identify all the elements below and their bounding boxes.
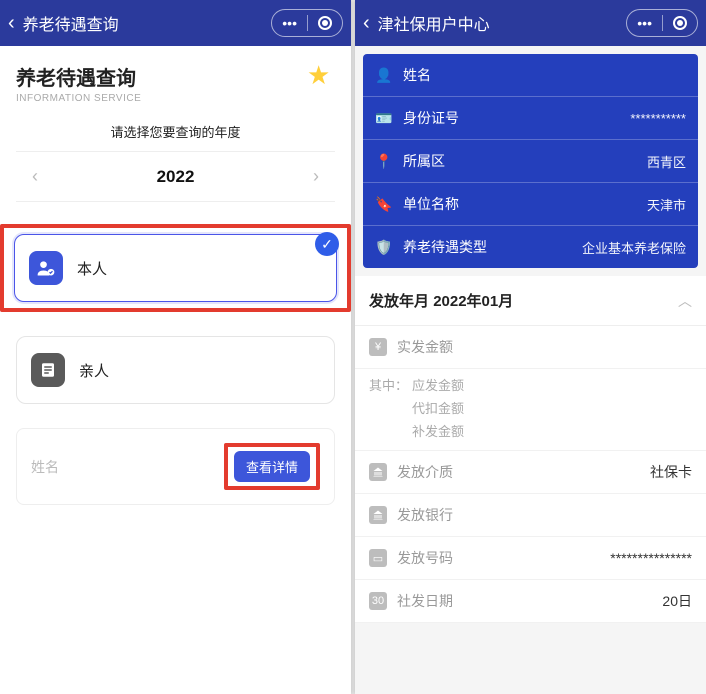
option-self-label: 本人 — [77, 258, 107, 279]
number-value: *************** — [610, 550, 692, 566]
payment-details: ¥ 实发金额 其中： 应发金额 代扣金额 补发金额 发放介质 社保卡 发放银行 ▭… — [355, 326, 706, 623]
info-row-id: 🪪 身份证号 *********** — [363, 97, 698, 140]
back-icon[interactable]: ‹ — [8, 12, 15, 35]
location-icon: 📍 — [375, 152, 393, 170]
year-picker: ‹ 2022 › — [16, 151, 335, 202]
person-check-icon — [29, 251, 63, 285]
document-icon — [31, 353, 65, 387]
miniapp-capsule[interactable]: ••• — [271, 9, 343, 37]
favorite-star-icon[interactable]: ★ — [307, 62, 335, 90]
screen-pension-query: ‹ 养老待遇查询 ••• 养老待遇查询 INFORMATION SERVICE … — [0, 0, 351, 694]
supplement-label: 补发金额 — [412, 421, 464, 440]
org-value: 天津市 — [647, 195, 686, 214]
more-icon[interactable]: ••• — [637, 15, 652, 31]
option-family-wrap: 亲人 — [0, 336, 351, 404]
option-family-card[interactable]: 亲人 — [16, 336, 335, 404]
miniapp-capsule[interactable]: ••• — [626, 9, 698, 37]
view-detail-button[interactable]: 查看详情 — [234, 451, 310, 482]
row-bank: 发放银行 — [355, 494, 706, 537]
breakdown-label: 其中： — [369, 375, 408, 444]
issue-period-header[interactable]: 发放年月 2022年01月 ︿ — [355, 276, 706, 326]
district-label: 所属区 — [403, 151, 445, 171]
issue-period-value: 2022年01月 — [433, 293, 513, 310]
close-miniapp-icon[interactable] — [318, 16, 332, 30]
page-subtitle: INFORMATION SERVICE — [16, 93, 141, 104]
year-prompt: 请选择您要查询的年度 — [0, 122, 351, 141]
option-family-label: 亲人 — [79, 360, 109, 381]
user-info-panel: 👤 姓名 🪪 身份证号 *********** 📍 所属区 西青区 🔖 单位名称 天津市… — [363, 54, 698, 268]
info-row-name: 👤 姓名 — [363, 54, 698, 97]
more-icon[interactable]: ••• — [282, 15, 297, 31]
district-value: 西青区 — [647, 152, 686, 171]
money-icon: ¥ — [369, 338, 387, 356]
chevron-up-icon: ︿ — [678, 291, 692, 311]
close-miniapp-icon[interactable] — [673, 16, 687, 30]
app-header: ‹ 养老待遇查询 ••• — [0, 0, 351, 46]
divider — [307, 15, 308, 31]
option-self-card[interactable]: 本人 — [14, 234, 337, 302]
bank-label: 发放银行 — [397, 505, 453, 525]
name-label: 姓名 — [31, 457, 59, 477]
name-detail-row: 姓名 查看详情 — [16, 428, 335, 505]
type-label: 养老待遇类型 — [403, 237, 487, 257]
due-label: 应发金额 — [412, 375, 464, 394]
person-icon: 👤 — [375, 66, 393, 84]
row-date: 30 社发日期 20日 — [355, 580, 706, 623]
bank-icon — [369, 506, 387, 524]
bank-icon — [369, 463, 387, 481]
medium-label: 发放介质 — [397, 462, 453, 482]
row-actual-amount: ¥ 实发金额 — [355, 326, 706, 369]
actual-label: 实发金额 — [397, 337, 453, 357]
type-value: 企业基本养老保险 — [582, 238, 686, 257]
page-body: 养老待遇查询 INFORMATION SERVICE ★ 请选择您要查询的年度 … — [0, 46, 351, 694]
id-value: *********** — [630, 111, 686, 126]
option-self-highlight: 本人 — [0, 224, 351, 312]
back-icon[interactable]: ‹ — [363, 12, 370, 35]
header-title: 津社保用户中心 — [378, 11, 627, 35]
card-icon: ▭ — [369, 549, 387, 567]
id-card-icon: 🪪 — [375, 109, 393, 127]
app-header: ‹ 津社保用户中心 ••• — [355, 0, 706, 46]
number-label: 发放号码 — [397, 548, 453, 568]
shield-icon: 🛡️ — [375, 238, 393, 256]
calendar-icon: 30 — [369, 592, 387, 610]
year-prev-icon[interactable]: ‹ — [22, 162, 48, 191]
issue-period-label: 发放年月 — [369, 293, 429, 310]
info-row-district: 📍 所属区 西青区 — [363, 140, 698, 183]
date-value: 20日 — [662, 591, 692, 611]
deduct-label: 代扣金额 — [412, 398, 464, 417]
header-title: 养老待遇查询 — [23, 11, 272, 35]
id-label: 身份证号 — [403, 108, 459, 128]
date-label: 社发日期 — [397, 591, 453, 611]
bookmark-icon: 🔖 — [375, 195, 393, 213]
divider — [662, 15, 663, 31]
view-detail-highlight: 查看详情 — [224, 443, 320, 490]
row-medium: 发放介质 社保卡 — [355, 451, 706, 494]
org-label: 单位名称 — [403, 194, 459, 214]
medium-value: 社保卡 — [650, 462, 692, 482]
year-next-icon[interactable]: › — [303, 162, 329, 191]
screen-user-center: ‹ 津社保用户中心 ••• 👤 姓名 🪪 身份证号 *********** 📍 所属区… — [355, 0, 706, 694]
info-row-org: 🔖 单位名称 天津市 — [363, 183, 698, 226]
year-value: 2022 — [157, 167, 195, 187]
name-label: 姓名 — [403, 65, 431, 85]
info-row-type: 🛡️ 养老待遇类型 企业基本养老保险 — [363, 226, 698, 268]
page-title: 养老待遇查询 — [16, 62, 141, 91]
row-number: ▭ 发放号码 *************** — [355, 537, 706, 580]
